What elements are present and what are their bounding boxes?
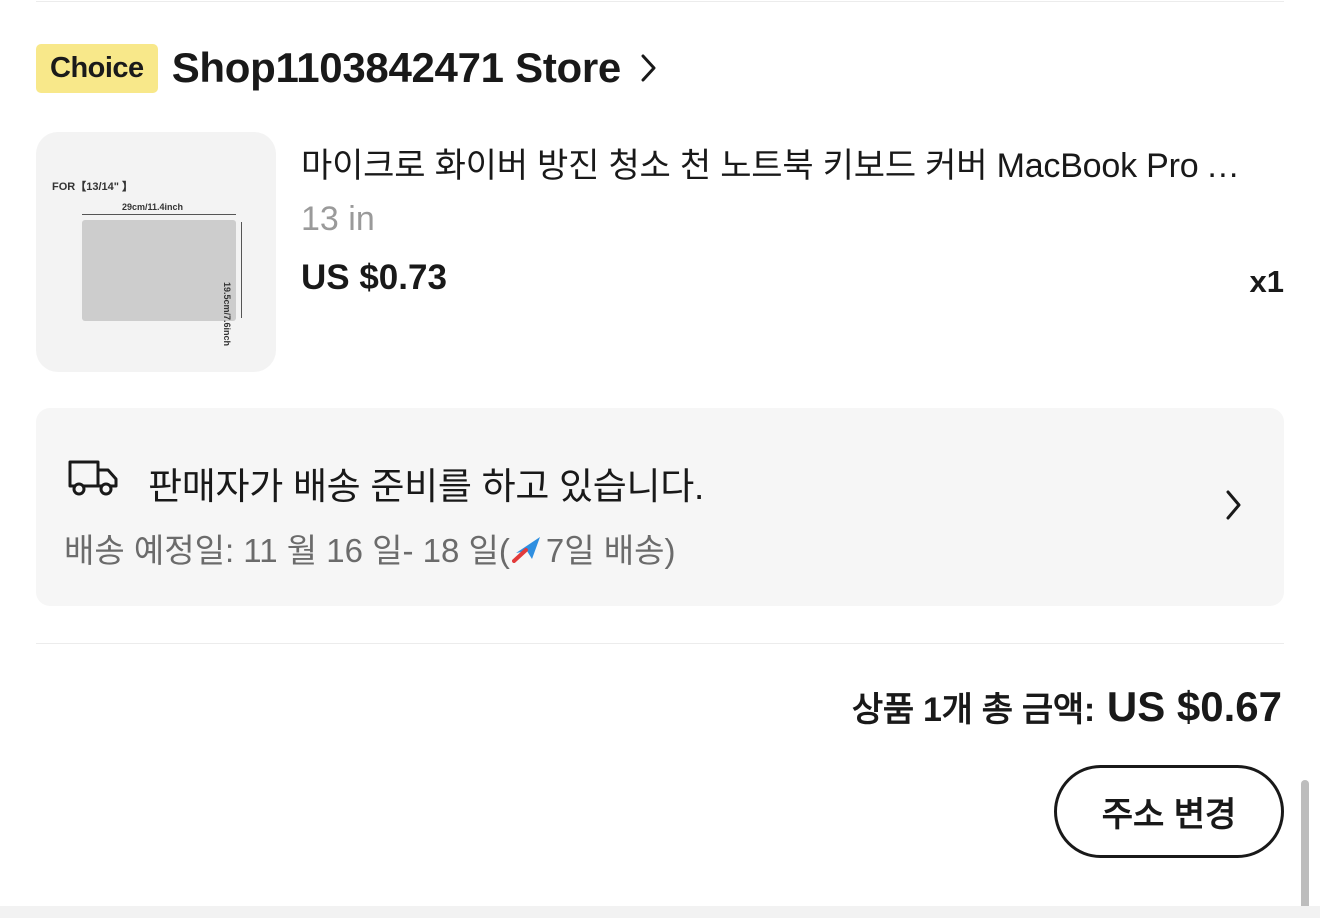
product-title[interactable]: 마이크로 화이버 방진 청소 천 노트북 키보드 커버 MacBook Pro …	[301, 138, 1261, 187]
chevron-right-icon[interactable]	[641, 54, 657, 82]
total-label: 상품 1개 총 금액:	[851, 691, 1095, 729]
height-dimension-line	[241, 222, 242, 318]
shipping-status-card[interactable]: 판매자가 배송 준비를 하고 있습니다. 배송 예정일: 11 월 16 일- …	[36, 408, 1284, 606]
product-quantity: x1	[1249, 264, 1284, 299]
estimated-delivery-prefix: 배송 예정일: 11 월 16 일- 18 일(	[64, 532, 510, 569]
section-divider	[36, 643, 1284, 644]
product-item[interactable]: FOR【13/14" 】 29cm/11.4inch 19.5cm/7.6inc…	[36, 132, 1284, 372]
width-dimension-line	[82, 214, 236, 215]
estimated-delivery: 배송 예정일: 11 월 16 일- 18 일( 7일 배송)	[64, 524, 675, 572]
product-variant: 13 in	[301, 200, 375, 238]
scrollbar[interactable]	[1301, 780, 1309, 918]
chevron-right-icon[interactable]	[1226, 490, 1242, 525]
product-image-height-label: 19.5cm/7.6inch	[222, 282, 232, 347]
cloth-illustration	[82, 220, 236, 321]
bottom-bar	[0, 906, 1320, 918]
delivery-truck-icon	[66, 456, 120, 503]
product-image-size-label: FOR【13/14" 】	[52, 181, 134, 193]
store-name[interactable]: Shop1103842471 Store	[172, 44, 622, 92]
product-price: US $0.73	[301, 258, 447, 297]
airplane-icon	[511, 533, 544, 563]
estimated-delivery-suffix: 7일 배송)	[545, 532, 676, 569]
shipping-status-text: 판매자가 배송 준비를 하고 있습니다.	[148, 466, 704, 507]
store-header[interactable]: Choice Shop1103842471 Store	[36, 43, 657, 93]
order-total: 상품 1개 총 금액: US $0.67	[852, 682, 1282, 731]
choice-badge: Choice	[36, 43, 158, 93]
product-image[interactable]: FOR【13/14" 】 29cm/11.4inch 19.5cm/7.6inc…	[36, 132, 276, 372]
change-address-button[interactable]: 주소 변경	[1054, 765, 1284, 858]
top-divider	[36, 1, 1284, 2]
product-image-width-label: 29cm/11.4inch	[122, 202, 184, 212]
total-value: US $0.67	[1106, 683, 1282, 730]
